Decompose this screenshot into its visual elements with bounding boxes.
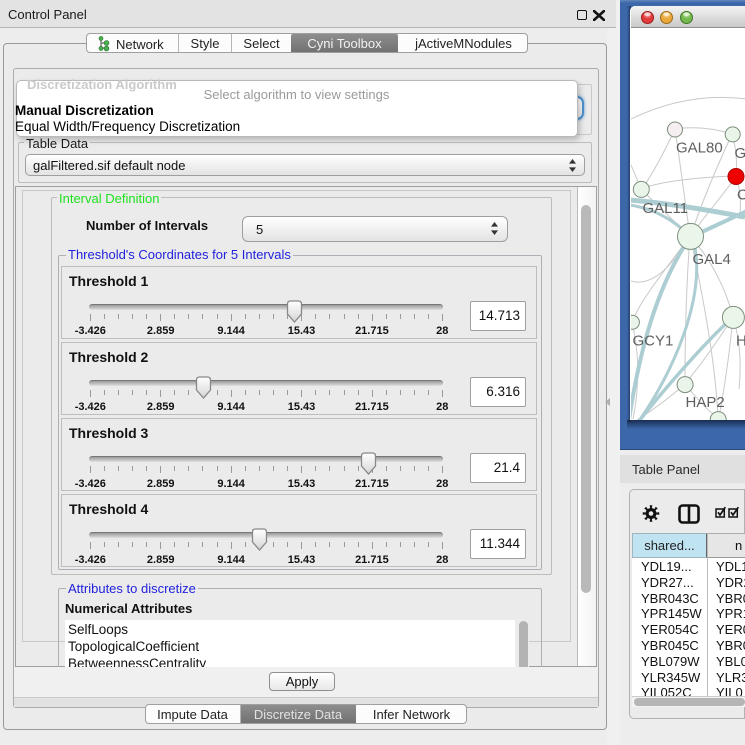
svg-text:GAL11: GAL11 (643, 200, 689, 217)
svg-text:GA: GA (735, 145, 745, 162)
svg-text:H: H (736, 333, 745, 350)
svg-text:C: C (737, 187, 745, 204)
svg-text:GCY1: GCY1 (633, 333, 674, 350)
svg-text:GAL4: GAL4 (693, 251, 731, 268)
svg-text:HAP2: HAP2 (686, 394, 725, 411)
svg-text:GAL80: GAL80 (676, 140, 723, 157)
